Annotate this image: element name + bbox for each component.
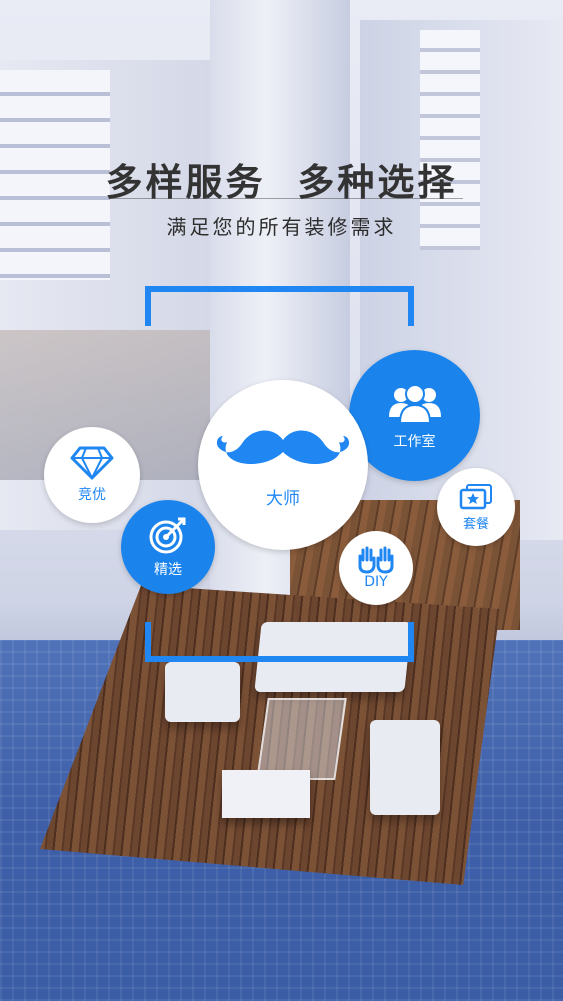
master-button[interactable]: 大师 <box>198 380 368 550</box>
hands-icon <box>356 546 396 574</box>
compete-label: 竞优 <box>78 487 106 503</box>
diy-label: DIY <box>364 574 388 590</box>
select-button[interactable]: 精选 <box>121 500 215 594</box>
mustache-icon <box>213 422 353 478</box>
headline-divider <box>110 198 463 199</box>
page-subtitle: 满足您的所有装修需求 <box>166 215 397 239</box>
package-label: 套餐 <box>462 516 489 532</box>
master-label: 大师 <box>266 488 300 509</box>
select-label: 精选 <box>154 562 182 578</box>
studio-button[interactable]: 工作室 <box>349 350 480 481</box>
team-icon <box>387 381 443 427</box>
diy-button[interactable]: DIY <box>339 531 413 605</box>
studio-label: 工作室 <box>393 433 436 450</box>
compete-button[interactable]: 竞优 <box>44 427 140 523</box>
package-button[interactable]: 套餐 <box>437 468 515 546</box>
star-card-icon <box>459 483 493 511</box>
diamond-icon <box>70 446 114 480</box>
target-icon <box>148 515 188 555</box>
